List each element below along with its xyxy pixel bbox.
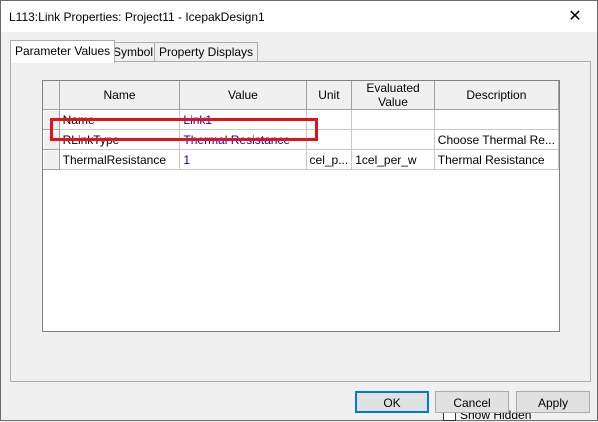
cell-name: ThermalResistance: [59, 149, 181, 170]
cell-unit[interactable]: [306, 109, 353, 130]
apply-button[interactable]: Apply: [516, 391, 590, 413]
window-title: L113:Link Properties: Project11 - Icepak…: [9, 10, 265, 24]
parameter-grid: Name Value Unit Evaluated Value Descript…: [42, 80, 560, 332]
tab-parameter-values[interactable]: Parameter Values: [10, 40, 116, 63]
cell-unit[interactable]: [306, 129, 353, 150]
grid-corner-cell: [43, 81, 60, 110]
cancel-button[interactable]: Cancel: [435, 391, 509, 413]
cell-value[interactable]: Thermal Resistance: [179, 129, 307, 150]
cell-evaluated-value: 1cel_per_w: [351, 149, 435, 170]
table-row[interactable]: RLinkType Thermal Resistance Choose Ther…: [43, 129, 559, 150]
cell-description: Thermal Resistance: [434, 149, 559, 170]
row-header[interactable]: [43, 149, 60, 170]
cell-description: Choose Thermal Re...: [434, 129, 559, 150]
ok-button[interactable]: OK: [355, 391, 429, 413]
tab-symbol[interactable]: Symbol: [108, 42, 159, 62]
table-row[interactable]: Name Link1: [43, 109, 559, 130]
cell-unit[interactable]: cel_p...: [306, 149, 353, 170]
table-row[interactable]: ThermalResistance 1 cel_p... 1cel_per_w …: [43, 149, 559, 170]
cell-description: [434, 109, 559, 130]
cell-name: Name: [59, 109, 181, 130]
title-bar: L113:Link Properties: Project11 - Icepak…: [1, 1, 597, 32]
cell-name: RLinkType: [59, 129, 181, 150]
column-header-description[interactable]: Description: [434, 81, 559, 110]
column-header-evaluated-value[interactable]: Evaluated Value: [351, 81, 435, 110]
cell-evaluated-value: [351, 129, 435, 150]
tab-panel: Name Value Unit Evaluated Value Descript…: [10, 61, 591, 422]
dialog-window: L113:Link Properties: Project11 - Icepak…: [0, 0, 598, 422]
cell-evaluated-value: [351, 109, 435, 130]
column-header-unit[interactable]: Unit: [306, 81, 353, 110]
cell-value[interactable]: Link1: [179, 109, 307, 130]
grid-header-row: Name Value Unit Evaluated Value Descript…: [43, 81, 559, 110]
row-header[interactable]: [43, 109, 60, 130]
column-header-value[interactable]: Value: [179, 81, 307, 110]
tab-property-displays[interactable]: Property Displays: [154, 42, 259, 62]
row-header[interactable]: [43, 129, 60, 150]
cell-value[interactable]: 1: [179, 149, 307, 170]
close-icon[interactable]: ✕: [553, 1, 597, 32]
column-header-name[interactable]: Name: [59, 81, 181, 110]
